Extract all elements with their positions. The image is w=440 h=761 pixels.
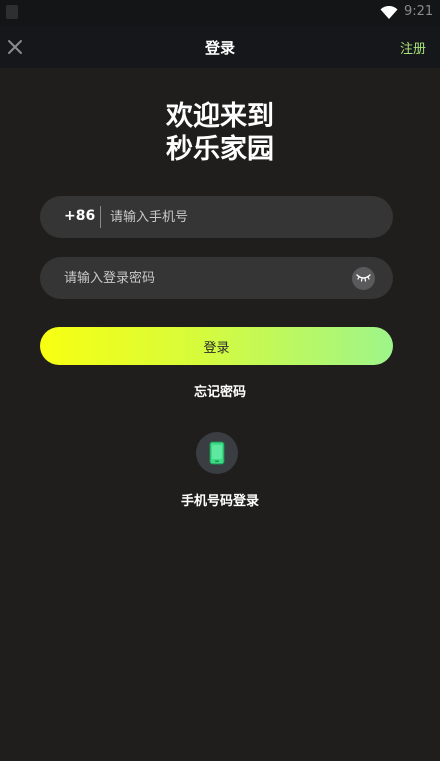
page-title: 登录 bbox=[204, 39, 235, 57]
status-bar: 9:21 bbox=[0, 0, 440, 26]
welcome-line-1: 欢迎来到 bbox=[166, 101, 274, 132]
phone-input[interactable] bbox=[110, 196, 370, 238]
phone-login-label[interactable]: 手机号码登录 bbox=[0, 490, 440, 509]
password-visibility-toggle[interactable] bbox=[352, 267, 375, 290]
mobile-phone-icon bbox=[209, 441, 225, 465]
welcome-line-2: 秒乐家园 bbox=[166, 134, 274, 165]
password-input[interactable] bbox=[64, 257, 354, 299]
forgot-password-link[interactable]: 忘记密码 bbox=[0, 381, 440, 400]
register-link[interactable]: 注册 bbox=[400, 38, 426, 57]
wifi-icon bbox=[380, 6, 398, 19]
login-screen: 9:21 登录 注册 欢迎来到 秒乐家园 +86 登录 忘记密码 bbox=[0, 0, 440, 761]
welcome-heading: 欢迎来到 秒乐家园 bbox=[0, 100, 440, 166]
phone-field[interactable]: +86 bbox=[40, 196, 393, 238]
status-time: 9:21 bbox=[404, 4, 434, 19]
notification-icon bbox=[6, 5, 18, 19]
phone-login-button[interactable] bbox=[196, 432, 238, 474]
login-button[interactable]: 登录 bbox=[40, 327, 393, 365]
header: 登录 注册 bbox=[0, 26, 440, 68]
country-code[interactable]: +86 bbox=[64, 208, 95, 224]
divider bbox=[100, 206, 101, 228]
eye-closed-icon bbox=[356, 274, 371, 282]
password-field[interactable] bbox=[40, 257, 393, 299]
